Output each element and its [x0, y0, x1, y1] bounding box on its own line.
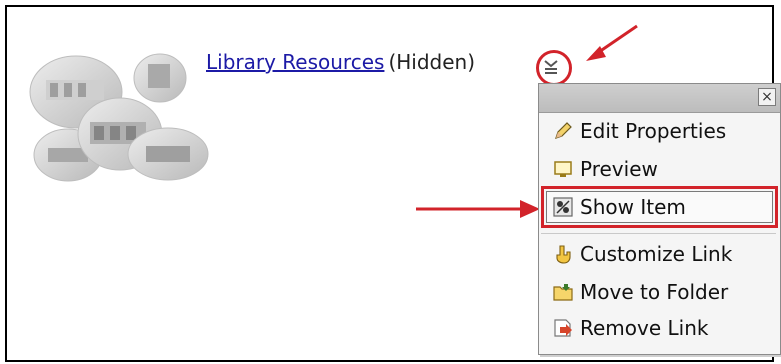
menu-item-move-to-folder[interactable]: Move to Folder: [546, 275, 728, 309]
menu-header: ×: [539, 84, 780, 113]
menu-item-label: Preview: [580, 157, 658, 181]
hidden-status-label: (Hidden): [388, 50, 476, 74]
library-resources-link[interactable]: Library Resources: [206, 50, 384, 74]
menu-item-label: Customize Link: [580, 242, 733, 266]
menu-item-label: Move to Folder: [580, 280, 729, 304]
preview-icon: [554, 161, 572, 177]
annotation-arrow-left: [416, 200, 540, 218]
folder-icon: [553, 284, 573, 301]
menu-item-customize-link[interactable]: Customize Link: [546, 237, 732, 271]
annotation-arrow-top: [586, 24, 638, 61]
item-thumbnail-image: [29, 53, 209, 182]
annotation-circle: [536, 50, 572, 86]
menu-item-remove-link[interactable]: Remove Link: [546, 311, 708, 345]
content-item-title-row: Library Resources (Hidden): [206, 50, 475, 74]
annotation-highlight-box: [541, 186, 778, 228]
pencil-icon: [555, 122, 572, 139]
remove-link-icon: [554, 319, 572, 337]
menu-item-edit-properties[interactable]: Edit Properties: [546, 114, 726, 148]
menu-item-preview[interactable]: Preview: [546, 152, 658, 186]
menu-divider: [541, 233, 776, 234]
menu-item-label: Edit Properties: [580, 119, 727, 143]
customize-link-icon: [556, 245, 571, 264]
close-icon[interactable]: ×: [758, 88, 776, 106]
menu-item-label: Remove Link: [580, 316, 709, 340]
